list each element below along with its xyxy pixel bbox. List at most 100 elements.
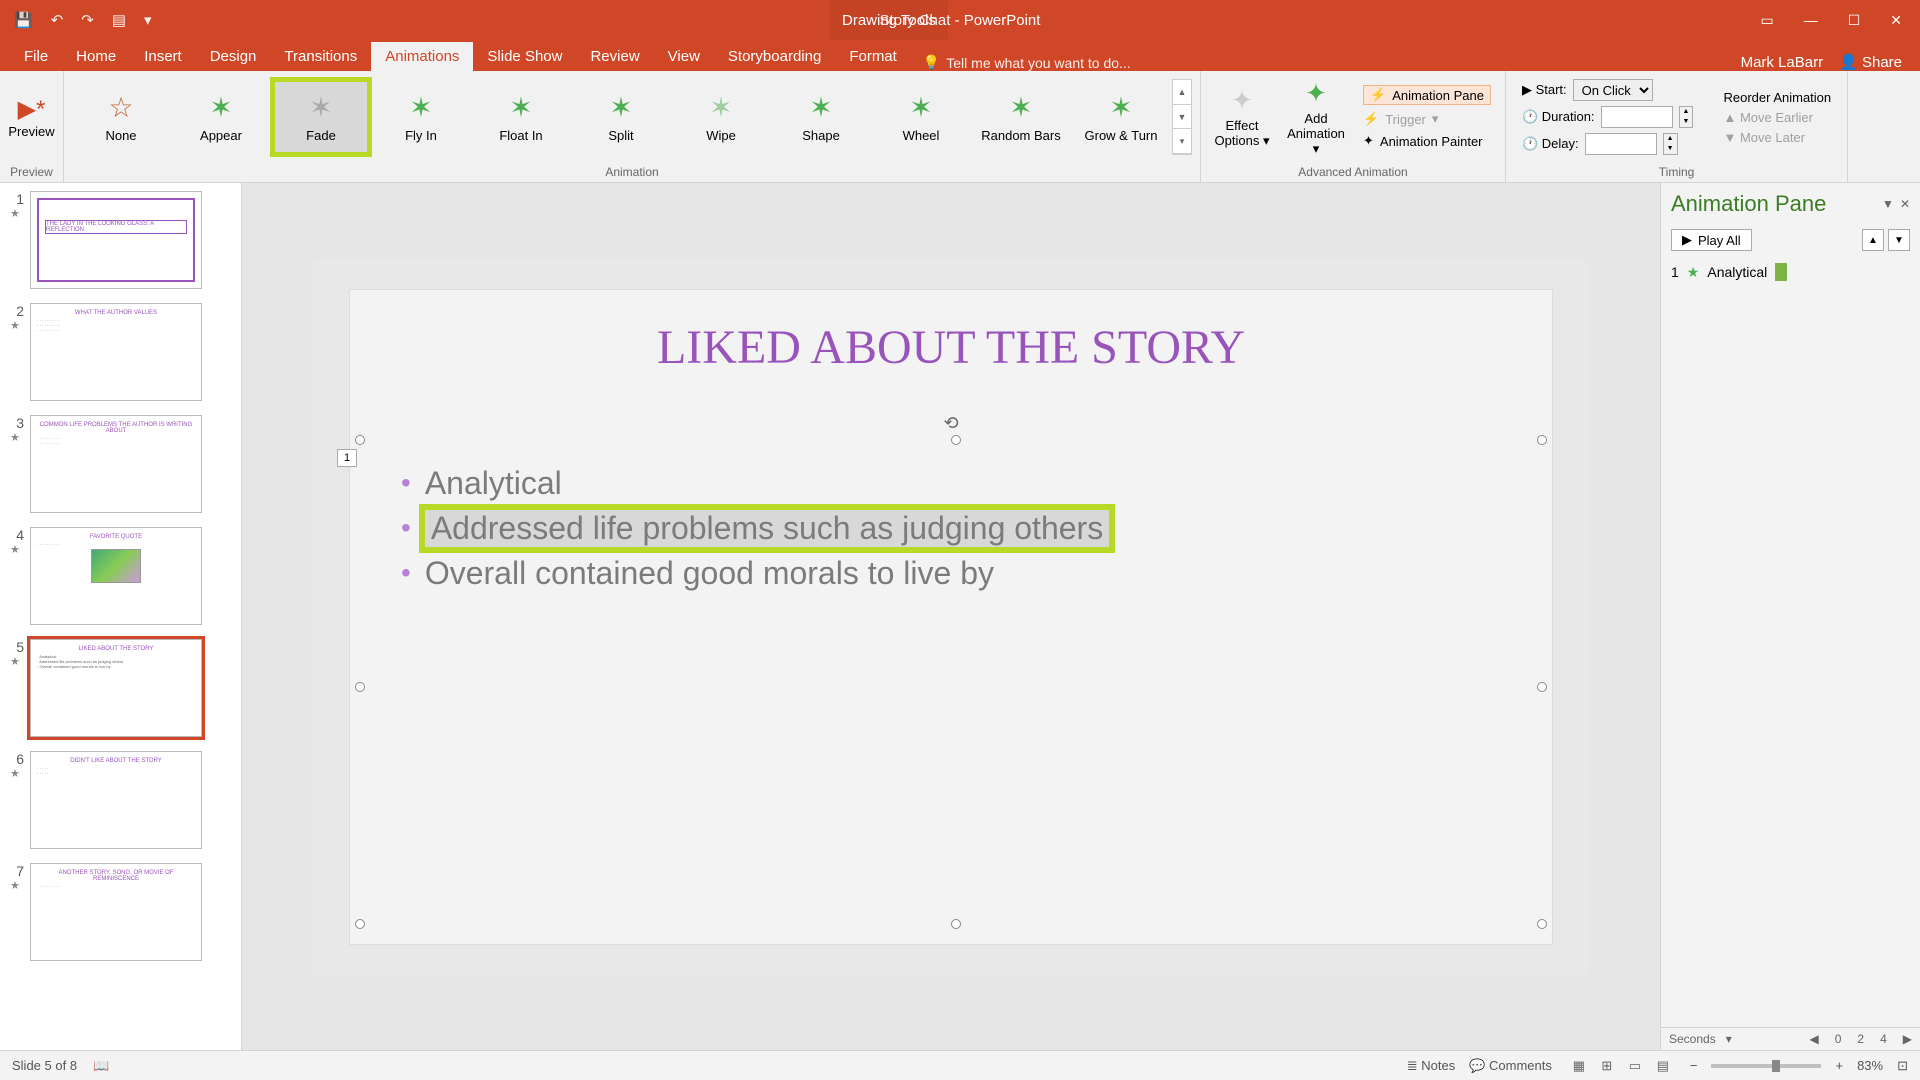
slide[interactable]: LIKED ABOUT THE STORY ⟲ 1 Analytical Add… [313, 259, 1589, 975]
animation-none[interactable]: ☆None [72, 79, 170, 155]
tab-format[interactable]: Format [835, 42, 911, 71]
tab-animations[interactable]: Animations [371, 42, 473, 71]
close-icon[interactable]: ✕ [1890, 12, 1902, 29]
thumbnail-slide-7[interactable]: ANOTHER STORY, SONG, OR MOVIE OF REMINIS… [30, 863, 202, 961]
tab-transitions[interactable]: Transitions [270, 42, 371, 71]
gallery-scroll[interactable]: ▲▼▾ [1172, 79, 1192, 155]
animation-wheel[interactable]: ✶Wheel [872, 79, 970, 155]
thumbnail-slide-6[interactable]: DIDN'T LIKE ABOUT THE STORY· · · · ·· · … [30, 751, 202, 849]
animation-split[interactable]: ✶Split [572, 79, 670, 155]
play-all-button[interactable]: ▶Play All [1671, 229, 1752, 251]
thumbnail-slide-3[interactable]: COMMON LIFE PROBLEMS THE AUTHOR IS WRITI… [30, 415, 202, 513]
tab-file[interactable]: File [10, 42, 62, 71]
wipe-star-icon: ✶ [709, 91, 732, 124]
tab-insert[interactable]: Insert [130, 42, 196, 71]
animation-painter-button[interactable]: ✦Animation Painter [1363, 133, 1491, 149]
thumbnail-slide-2[interactable]: WHAT THE AUTHOR VALUES· · · · · · · · · … [30, 303, 202, 401]
animation-pane: Animation Pane ▼ ✕ ▶Play All ▲ ▼ 1 ★ Ana… [1660, 183, 1920, 1050]
animation-pane-icon: ⚡ [1370, 87, 1386, 103]
zoom-slider[interactable] [1711, 1064, 1821, 1068]
status-bar: Slide 5 of 8 📖 ≣ Notes 💬 Comments ▦ ⊞ ▭ … [0, 1050, 1920, 1080]
preview-button[interactable]: ▶* Preview [8, 95, 55, 139]
effect-options-button[interactable]: ✦ Effect Options ▾ [1209, 85, 1275, 149]
animation-appear[interactable]: ✶Appear [172, 79, 270, 155]
move-up-icon[interactable]: ▲ [1862, 229, 1884, 251]
share-button[interactable]: 👤 Share [1839, 53, 1902, 71]
comments-button[interactable]: 💬 Comments [1469, 1058, 1552, 1074]
tab-storyboarding[interactable]: Storyboarding [714, 42, 835, 71]
trigger-icon: ⚡ [1363, 111, 1379, 127]
minimize-icon[interactable]: — [1804, 12, 1818, 28]
thumbnail-slide-4[interactable]: FAVORITE QUOTE· · · · · · · · · · [30, 527, 202, 625]
anim-pane-close-icon[interactable]: ✕ [1900, 197, 1910, 211]
duration-input[interactable] [1601, 106, 1673, 128]
animation-list-item[interactable]: 1 ★ Analytical [1671, 261, 1910, 283]
tab-slide-show[interactable]: Slide Show [473, 42, 576, 71]
slide-title[interactable]: LIKED ABOUT THE STORY [350, 320, 1552, 375]
reorder-label: Reorder Animation [1723, 90, 1831, 105]
redo-icon[interactable]: ↷ [81, 11, 94, 29]
animation-fly-in[interactable]: ✶Fly In [372, 79, 470, 155]
animation-random-bars[interactable]: ✶Random Bars [972, 79, 1070, 155]
delay-label: 🕐 Delay: [1522, 136, 1579, 152]
zoom-out-icon[interactable]: − [1690, 1058, 1698, 1073]
notes-button[interactable]: ≣ Notes [1407, 1058, 1455, 1074]
slide-counter: Slide 5 of 8 [12, 1058, 77, 1073]
anim-pane-dropdown-icon[interactable]: ▼ [1882, 197, 1894, 211]
growturn-star-icon: ✶ [1109, 91, 1132, 124]
delay-spinner[interactable]: ▲▼ [1663, 133, 1678, 155]
slide-body-textbox[interactable]: ⟲ 1 Analytical Addressed life problems s… [360, 440, 1542, 924]
animation-wipe[interactable]: ✶Wipe [672, 79, 770, 155]
duration-spinner[interactable]: ▲▼ [1679, 106, 1694, 128]
zoom-level[interactable]: 83% [1857, 1058, 1883, 1073]
reading-view-icon[interactable]: ▭ [1622, 1055, 1648, 1077]
ribbon-tabs: File Home Insert Design Transitions Anim… [0, 40, 1920, 71]
animation-fade[interactable]: ✶Fade [272, 79, 370, 155]
bullet-2[interactable]: Addressed life problems such as judging … [401, 506, 1501, 551]
tab-review[interactable]: Review [576, 42, 653, 71]
undo-icon[interactable]: ↶ [51, 11, 64, 29]
add-animation-button[interactable]: ✦ Add Animation ▾ [1283, 78, 1349, 157]
animation-order-tag[interactable]: 1 [337, 449, 357, 467]
slide-canvas-area[interactable]: LIKED ABOUT THE STORY ⟲ 1 Analytical Add… [242, 183, 1660, 1050]
rotate-handle-icon[interactable]: ⟲ [943, 413, 958, 434]
slideshow-view-icon[interactable]: ▤ [1650, 1055, 1676, 1077]
timing-group-label: Timing [1506, 163, 1847, 182]
thumbnail-slide-5[interactable]: LIKED ABOUT THE STORY· Analytical· Addre… [30, 639, 202, 737]
slide-thumbnails-panel[interactable]: 1★ THE LADY IN THE LOOKING GLASS: A REFL… [0, 183, 242, 1050]
duration-label: 🕐 Duration: [1522, 109, 1595, 125]
start-select[interactable]: On Click [1573, 79, 1653, 101]
qat-customize-icon[interactable]: ▾ [144, 11, 152, 29]
slide-sorter-icon[interactable]: ⊞ [1594, 1055, 1620, 1077]
delay-input[interactable] [1585, 133, 1657, 155]
add-animation-icon: ✦ [1283, 78, 1349, 109]
quick-access-toolbar: 💾 ↶ ↷ ▤ ▾ [0, 11, 152, 29]
animation-float-in[interactable]: ✶Float In [472, 79, 570, 155]
maximize-icon[interactable]: ☐ [1848, 12, 1861, 29]
tab-design[interactable]: Design [196, 42, 271, 71]
animation-grow-turn[interactable]: ✶Grow & Turn [1072, 79, 1170, 155]
zoom-in-icon[interactable]: + [1835, 1058, 1843, 1073]
animation-pane-button[interactable]: ⚡Animation Pane [1363, 85, 1491, 105]
normal-view-icon[interactable]: ▦ [1566, 1055, 1592, 1077]
bullet-1[interactable]: Analytical [401, 461, 1501, 506]
lightbulb-icon: 💡 [923, 54, 940, 71]
user-name[interactable]: Mark LaBarr [1741, 54, 1824, 71]
fit-to-window-icon[interactable]: ⊡ [1897, 1058, 1908, 1074]
thumbnail-slide-1[interactable]: THE LADY IN THE LOOKING GLASS: A REFLECT… [30, 191, 202, 289]
none-star-icon: ☆ [108, 91, 133, 124]
tab-view[interactable]: View [654, 42, 714, 71]
bullet-3[interactable]: Overall contained good morals to live by [401, 551, 1501, 596]
tell-me-search[interactable]: 💡 Tell me what you want to do... [923, 54, 1131, 71]
tab-home[interactable]: Home [62, 42, 130, 71]
ribbon-display-options-icon[interactable]: ▭ [1760, 12, 1773, 29]
move-down-icon[interactable]: ▼ [1888, 229, 1910, 251]
animation-shape[interactable]: ✶Shape [772, 79, 870, 155]
move-later-button[interactable]: ▼ Move Later [1723, 130, 1831, 145]
save-icon[interactable]: 💾 [14, 11, 33, 29]
move-earlier-button[interactable]: ▲ Move Earlier [1723, 110, 1831, 125]
start-label: ▶ Start: [1522, 82, 1567, 98]
trigger-button[interactable]: ⚡Trigger ▾ [1363, 111, 1491, 127]
spellcheck-icon[interactable]: 📖 [93, 1058, 109, 1074]
start-from-beginning-icon[interactable]: ▤ [112, 11, 126, 29]
